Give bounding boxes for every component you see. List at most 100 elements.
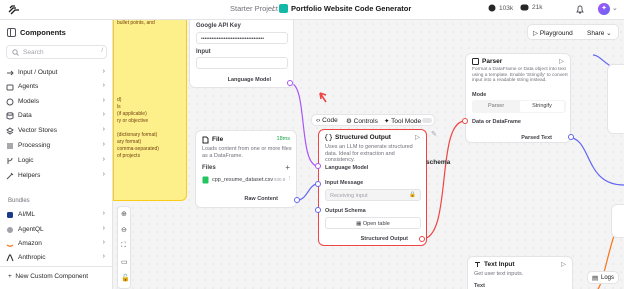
sidebar-item-data[interactable]: Data › bbox=[6, 110, 107, 122]
parser-title: Parser bbox=[482, 58, 503, 65]
sidebar-item-agents[interactable]: Agents › bbox=[6, 81, 107, 93]
edge-structured-output bbox=[421, 120, 466, 240]
sidebar-item-vector-stores[interactable]: Vector Stores › bbox=[6, 125, 107, 137]
mode-label: Mode bbox=[472, 92, 487, 98]
offscreen-node-top[interactable] bbox=[607, 64, 624, 134]
edge-parsed-text bbox=[566, 136, 624, 186]
share-button[interactable]: Share ⌄ bbox=[587, 29, 612, 37]
raw-content-output: Raw Content bbox=[244, 196, 278, 202]
text-label: Text bbox=[474, 283, 485, 289]
sidebar-item-input-output[interactable]: Input / Output › bbox=[6, 67, 107, 79]
flow-name[interactable]: Portfolio Website Code Generator bbox=[291, 4, 411, 13]
data-input-handle[interactable] bbox=[462, 118, 468, 124]
chevron-right-icon: › bbox=[102, 82, 105, 89]
breadcrumb-project[interactable]: Starter Project bbox=[230, 4, 278, 13]
chevron-right-icon: › bbox=[102, 111, 105, 118]
text-input-description: Get user text inputs. bbox=[474, 271, 524, 277]
github-icon bbox=[488, 4, 496, 12]
file-row[interactable]: cpp_resume_dataset.csv 930.8 ⋮ bbox=[202, 175, 292, 187]
open-table-button[interactable]: ▦ Open table bbox=[325, 217, 421, 229]
user-avatar[interactable]: ✦ bbox=[598, 3, 610, 15]
table-icon: ▦ bbox=[356, 221, 362, 227]
structured-output-handle[interactable] bbox=[419, 236, 425, 242]
file-node[interactable]: File 18ms Loads content from one or more… bbox=[195, 130, 297, 208]
logs-button[interactable]: ▤ Logs bbox=[587, 271, 619, 284]
play-icon[interactable]: ▷ bbox=[559, 57, 564, 65]
file-icon bbox=[202, 136, 209, 144]
zoom-out-icon[interactable]: ⊖ bbox=[121, 226, 127, 234]
text-input-node[interactable]: Text Input ▷ Get user text inputs. Text bbox=[467, 256, 573, 289]
zoom-in-icon[interactable]: ⊕ bbox=[121, 210, 127, 218]
sidebar-toggle-icon[interactable] bbox=[7, 28, 16, 37]
file-size: 930.8 bbox=[274, 177, 286, 182]
lock-icon[interactable]: 🔓 bbox=[121, 274, 130, 282]
note-icon[interactable]: ▭ bbox=[121, 258, 128, 266]
offscreen-node-bottom[interactable] bbox=[611, 204, 624, 238]
google-llm-node[interactable]: Google API Key •••••••••••••••••••••••••… bbox=[189, 20, 294, 88]
discord-link[interactable]: 21k bbox=[520, 4, 542, 11]
raw-content-output-handle[interactable] bbox=[294, 197, 300, 203]
code-button[interactable]: ‹› Code bbox=[316, 117, 338, 124]
api-key-field[interactable]: •••••••••••••••••••••••••••••••••••• bbox=[196, 32, 288, 44]
language-model-input-handle[interactable] bbox=[315, 163, 321, 169]
agentql-icon bbox=[7, 227, 13, 233]
sidebar-bundle-aiml[interactable]: AI/ML › bbox=[6, 209, 107, 221]
file-node-title: File bbox=[212, 136, 224, 143]
sidebar-bundle-agentql[interactable]: AgentQL › bbox=[6, 224, 107, 236]
csv-file-icon bbox=[202, 176, 209, 184]
add-file-button[interactable]: + bbox=[285, 163, 290, 172]
parser-node[interactable]: Parser ▷ Format a DataFrame or Data obje… bbox=[465, 53, 571, 143]
github-link[interactable]: 103k bbox=[488, 4, 513, 12]
file-name: cpp_resume_dataset.csv bbox=[212, 177, 274, 183]
fit-view-icon[interactable]: ⛶ bbox=[121, 242, 126, 250]
file-menu-icon[interactable]: ⋮ bbox=[287, 176, 293, 182]
mode-stringify-option[interactable]: Stringify bbox=[520, 101, 564, 112]
language-model-output: Language Model bbox=[227, 77, 271, 83]
branch-icon bbox=[7, 157, 13, 164]
play-icon[interactable]: ▷ bbox=[415, 133, 420, 141]
input-message-field[interactable]: Receiving input 🔒 bbox=[325, 189, 421, 201]
bundles-heading: Bundles bbox=[8, 198, 30, 204]
tool-mode-toggle[interactable]: ✦ Tool Mode bbox=[384, 117, 421, 125]
playground-button[interactable]: ▷ Playground bbox=[533, 29, 573, 37]
input-message-handle[interactable] bbox=[315, 181, 321, 187]
text-input-title: Text Input bbox=[484, 261, 515, 268]
node-toolbar: ‹› Code ⚙ Controls ✦ Tool Mode bbox=[311, 114, 435, 126]
lock-icon: 🔒 bbox=[409, 192, 416, 198]
chevron-right-icon: › bbox=[102, 225, 105, 232]
edit-note-icon[interactable]: ✎ bbox=[431, 130, 437, 138]
new-custom-component-button[interactable]: + New Custom Component bbox=[8, 273, 88, 280]
bell-icon[interactable] bbox=[576, 5, 584, 14]
output-schema-handle[interactable] bbox=[315, 207, 321, 213]
chevron-right-icon: › bbox=[102, 239, 105, 246]
structured-output-node[interactable]: Structured Output ▷ Uses an LLM to gener… bbox=[318, 129, 427, 246]
play-icon: ▷ bbox=[533, 30, 538, 37]
sidebar-item-models[interactable]: Models › bbox=[6, 96, 107, 108]
chevron-down-icon[interactable]: ⌄ bbox=[612, 4, 618, 12]
tool-mode-switch[interactable] bbox=[422, 118, 432, 123]
chevron-right-icon: › bbox=[102, 141, 105, 148]
amazon-icon bbox=[6, 244, 14, 247]
api-key-label: Google API Key bbox=[196, 23, 241, 29]
sidebar-bundle-anthropic[interactable]: Anthropic › bbox=[6, 252, 107, 264]
list-icon bbox=[7, 143, 13, 149]
sidebar-item-processing[interactable]: Processing › bbox=[6, 140, 107, 152]
langflow-logo-icon[interactable] bbox=[8, 4, 20, 16]
play-icon[interactable]: ▷ bbox=[561, 260, 566, 268]
search-shortcut: / bbox=[101, 48, 103, 54]
parsed-text-handle[interactable] bbox=[568, 134, 574, 140]
language-model-output-handle[interactable] bbox=[287, 80, 293, 86]
note-card[interactable]: bullet points, and d) ls (if applicable)… bbox=[113, 20, 187, 201]
search-input[interactable]: Search / bbox=[6, 45, 107, 59]
mode-parser-option[interactable]: Parser bbox=[488, 103, 504, 109]
controls-button[interactable]: ⚙ Controls bbox=[346, 117, 378, 125]
input-label: Input bbox=[196, 49, 211, 55]
sidebar-bundle-amazon[interactable]: Amazon › bbox=[6, 238, 107, 250]
braces-icon bbox=[325, 134, 332, 141]
sidebar-item-helpers[interactable]: Helpers › bbox=[6, 170, 107, 182]
sidebar-item-logic[interactable]: Logic › bbox=[6, 155, 107, 167]
flow-canvas[interactable]: bullet points, and d) ls (if applicable)… bbox=[113, 20, 624, 289]
input-field[interactable] bbox=[196, 57, 288, 69]
chevron-down-icon: ⌄ bbox=[606, 30, 612, 37]
playground-share-bar: ▷ Playground Share ⌄ bbox=[527, 24, 619, 40]
